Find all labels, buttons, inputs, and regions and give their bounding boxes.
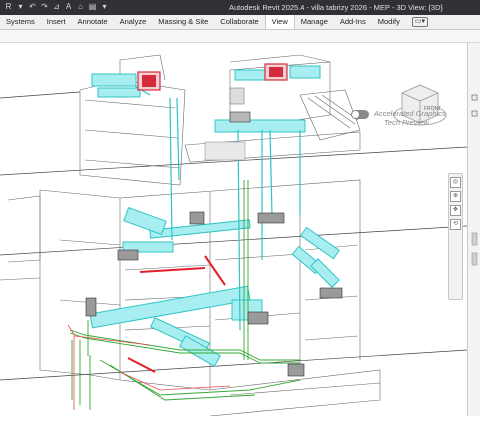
agp-label: Accelerated Graphics bbox=[374, 109, 446, 118]
tab-analyze[interactable]: Analyze bbox=[114, 15, 153, 29]
pan-icon[interactable]: ✥ bbox=[450, 205, 461, 216]
switch-windows-icon[interactable]: ▤ bbox=[88, 2, 97, 11]
tab-modify[interactable]: Modify bbox=[372, 15, 406, 29]
measure-icon[interactable]: ⊿ bbox=[52, 2, 61, 11]
ribbon-panel bbox=[0, 30, 480, 43]
duct-segment bbox=[91, 73, 137, 87]
ribbon-toggle-icon[interactable]: ▭▾ bbox=[411, 17, 428, 27]
toggle-switch-icon[interactable] bbox=[351, 110, 369, 119]
tab-view[interactable]: View bbox=[264, 15, 295, 29]
pipe-return bbox=[67, 324, 231, 410]
panel-edge-marks bbox=[471, 94, 478, 266]
accelerated-graphics-toggle[interactable]: Accelerated Graphics Tech Preview bbox=[351, 109, 446, 127]
revit-logo-icon[interactable]: R bbox=[4, 2, 13, 11]
building-linework bbox=[0, 54, 381, 416]
tab-manage[interactable]: Manage bbox=[295, 15, 334, 29]
window-title: Autodesk Revit 2025.4 - villa tabrizy 20… bbox=[229, 3, 443, 12]
tab-insert[interactable]: Insert bbox=[41, 15, 72, 29]
tab-systems[interactable]: Systems bbox=[0, 15, 41, 29]
steering-wheel-icon[interactable]: ◎ bbox=[450, 177, 461, 188]
3d-view-icon[interactable]: ⌂ bbox=[76, 2, 85, 11]
orbit-icon[interactable]: ⟲ bbox=[450, 219, 461, 230]
duct-system bbox=[89, 65, 340, 367]
undo-icon[interactable]: ↶ bbox=[28, 2, 37, 11]
zoom-icon[interactable]: ⊕ bbox=[450, 191, 461, 202]
duct-segment bbox=[97, 87, 141, 98]
properties-panel-edge[interactable] bbox=[467, 43, 480, 416]
tab-collaborate[interactable]: Collaborate bbox=[214, 15, 264, 29]
duct-segment bbox=[214, 119, 306, 133]
3d-viewport[interactable]: FRONT Accelerated Graphics Tech Preview … bbox=[0, 43, 467, 416]
agp-sublabel: Tech Preview bbox=[384, 118, 429, 127]
open-icon[interactable]: ▾ bbox=[16, 2, 25, 11]
ribbon-tabs: Systems Insert Annotate Analyze Massing … bbox=[0, 15, 480, 30]
dropdown-icon[interactable]: ▾ bbox=[100, 2, 109, 11]
duct-segment bbox=[89, 285, 251, 329]
tab-annotate[interactable]: Annotate bbox=[72, 15, 114, 29]
redo-icon[interactable]: ↷ bbox=[40, 2, 49, 11]
quick-access-toolbar: R ▾ ↶ ↷ ⊿ A ⌂ ▤ ▾ bbox=[4, 2, 109, 11]
duct-segment bbox=[123, 206, 167, 236]
tab-massing-site[interactable]: Massing & Site bbox=[152, 15, 214, 29]
navigation-bar: ◎ ⊕ ✥ ⟲ bbox=[448, 173, 463, 300]
title-bar: R ▾ ↶ ↷ ⊿ A ⌂ ▤ ▾ Autodesk Revit 2025.4 … bbox=[0, 0, 480, 15]
duct-segment bbox=[289, 65, 321, 79]
tab-add-ins[interactable]: Add-Ins bbox=[334, 15, 372, 29]
level-lines bbox=[0, 91, 467, 381]
text-icon[interactable]: A bbox=[64, 2, 73, 11]
